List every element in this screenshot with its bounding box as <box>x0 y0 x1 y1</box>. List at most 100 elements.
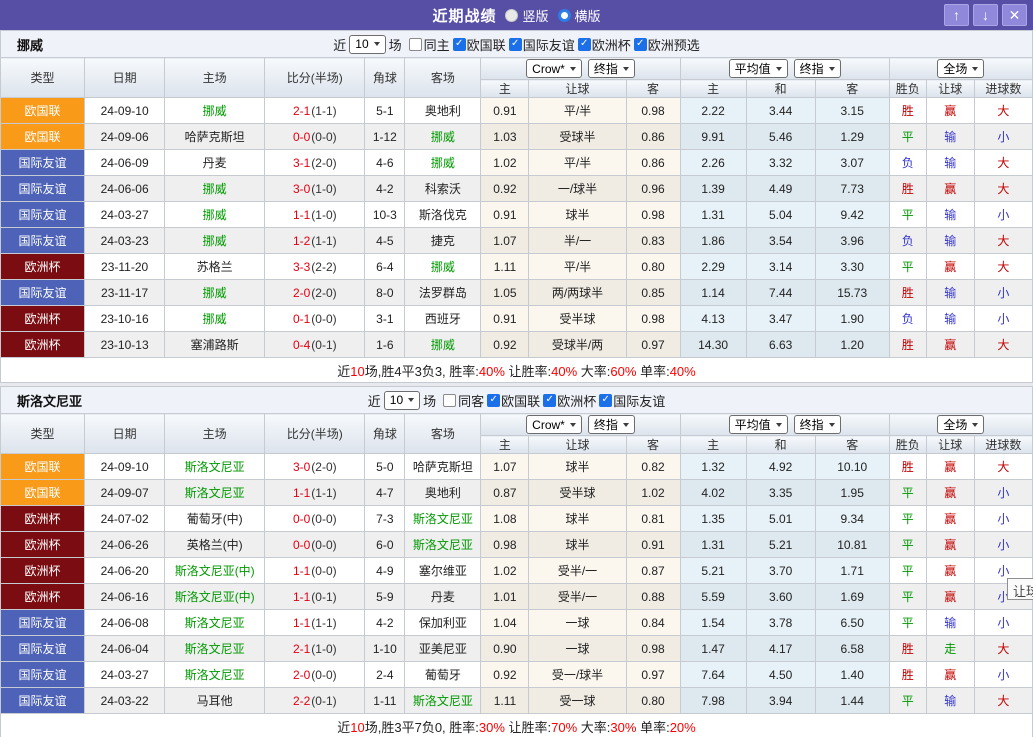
corner-cell: 4-5 <box>364 227 406 254</box>
bookmaker-select[interactable]: Crow* <box>526 415 582 434</box>
avg-draw-odds-cell: 3.54 <box>745 227 816 254</box>
handicap-odds-home-cell: 1.08 <box>480 505 530 532</box>
fulltime-score: 3-1 <box>292 155 311 170</box>
home-team-cell: 挪威 <box>164 201 266 228</box>
competition-checkbox[interactable]: ✓ 欧国联 <box>452 35 506 54</box>
handicap-odds-away-cell: 1.02 <box>625 479 681 506</box>
same-home-checkbox[interactable]: 同主 <box>408 35 450 54</box>
avg-home-odds-cell: 2.22 <box>679 97 747 124</box>
result-goals-cell: 小 <box>973 505 1033 532</box>
result-goals-cell: 小 <box>973 123 1033 150</box>
handicap-odds-away-cell: 0.98 <box>625 635 681 662</box>
close-button[interactable]: ✕ <box>1002 4 1027 26</box>
handicap-odds-home-cell: 1.11 <box>480 253 530 280</box>
odds-stage-select-2[interactable]: 终指 <box>793 59 841 78</box>
corner-cell: 1-12 <box>364 123 406 150</box>
avg-draw-odds-cell: 4.50 <box>745 661 816 688</box>
subcol-avg-draw: 和 <box>745 79 816 98</box>
handicap-line-cell: 一球 <box>528 609 627 636</box>
corner-cell: 6-0 <box>364 531 406 558</box>
away-team-cell: 挪威 <box>404 331 482 358</box>
match-type-cell: 欧国联 <box>0 453 86 480</box>
result-handicap-cell: 输 <box>925 149 975 176</box>
score-cell: 2-0(2-0) <box>264 279 366 306</box>
recent-count-select[interactable]: 10 <box>383 390 421 410</box>
home-team-cell: 挪威 <box>164 305 266 332</box>
fulltime-score: 3-0 <box>292 459 311 474</box>
handicap-odds-away-cell: 0.80 <box>625 687 681 714</box>
average-select[interactable]: 平均值 <box>728 415 788 434</box>
avg-home-odds-cell: 7.64 <box>679 661 747 688</box>
close-icon: ✕ <box>1008 6 1021 23</box>
vertical-layout-radio[interactable]: 竖版 <box>505 6 549 25</box>
avg-draw-odds-cell: 6.63 <box>745 331 816 358</box>
summary-text: 40% <box>478 363 505 379</box>
avg-draw-odds-cell: 3.35 <box>745 479 816 506</box>
home-team-cell: 丹麦 <box>164 149 266 176</box>
corner-cell: 4-6 <box>364 149 406 176</box>
bookmaker-select[interactable]: Crow* <box>526 59 582 78</box>
chevron-down-icon <box>622 66 629 71</box>
away-team-cell: 奥地利 <box>404 479 482 506</box>
handicap-line-cell: 一球 <box>528 635 627 662</box>
odds-stage-select-1[interactable]: 终指 <box>587 415 635 434</box>
competition-checkbox[interactable]: ✓ 国际友谊 <box>599 391 665 410</box>
competition-checkbox[interactable]: ✓ 欧洲预选 <box>633 35 700 54</box>
competition-checkbox[interactable]: ✓ 欧国联 <box>487 391 540 410</box>
result-group-header: 全场 <box>888 57 1033 80</box>
score-cell: 2-0(0-0) <box>264 661 366 688</box>
avg-draw-odds-cell: 3.47 <box>745 305 816 332</box>
record-summary: 近10场,胜3平7负0, 胜率:30% 让胜率:70% 大率:30% 单率:20… <box>0 713 1033 737</box>
subcol-wdl: 胜负 <box>888 435 927 454</box>
subcol-hcp-away: 客 <box>625 79 681 98</box>
handicap-odds-home-cell: 1.11 <box>480 687 530 714</box>
match-date-cell: 24-09-06 <box>84 123 166 150</box>
fulltime-score: 1-1 <box>292 207 311 222</box>
match-date-cell: 23-10-16 <box>84 305 166 332</box>
recent-label: 近 <box>333 37 347 53</box>
handicap-line-cell: 球半 <box>528 505 627 532</box>
odds-stage-select-1[interactable]: 终指 <box>587 59 635 78</box>
result-handicap-cell: 输 <box>925 609 975 636</box>
score-cell: 1-1(1-1) <box>264 609 366 636</box>
avg-away-odds-cell: 1.71 <box>814 557 890 584</box>
competition-checkbox[interactable]: ✓ 国际友谊 <box>508 35 575 54</box>
match-type-cell: 国际友谊 <box>0 687 86 714</box>
team-name: 斯洛文尼亚 <box>17 393 83 409</box>
result-outcome-cell: 平 <box>888 201 927 228</box>
result-goals-cell: 大 <box>973 453 1033 480</box>
result-goals-cell: 大 <box>973 97 1033 124</box>
home-team-cell: 挪威 <box>164 97 266 124</box>
result-handicap-cell: 赢 <box>925 505 975 532</box>
games-label: 场 <box>423 393 437 409</box>
checkbox-label: 欧洲杯 <box>591 37 631 53</box>
horizontal-layout-radio[interactable]: 横版 <box>557 6 601 25</box>
corner-cell: 5-0 <box>364 453 406 480</box>
average-group-header: 平均值 终指 <box>679 413 890 436</box>
halftime-score: (1-1) <box>311 103 337 118</box>
halftime-score: (0-1) <box>311 337 337 352</box>
handicap-line-cell: 受球半 <box>528 123 627 150</box>
result-outcome-cell: 胜 <box>888 97 927 124</box>
chevron-down-icon <box>775 66 782 71</box>
same-away-checkbox[interactable]: 同客 <box>443 391 484 410</box>
score-cell: 3-3(2-2) <box>264 253 366 280</box>
move-down-button[interactable]: ↓ <box>973 4 998 26</box>
competition-checkbox[interactable]: ✓ 欧洲杯 <box>543 391 596 410</box>
match-row: 欧国联 24-09-07 斯洛文尼亚 1-1(1-1) 4-7 奥地利 0.87 受半球 1.0… <box>0 479 1033 506</box>
average-select[interactable]: 平均值 <box>728 59 788 78</box>
summary-text: 近 <box>337 363 351 379</box>
fulltime-score: 2-2 <box>292 693 311 708</box>
avg-home-odds-cell: 1.86 <box>679 227 747 254</box>
full-match-select[interactable]: 全场 <box>937 59 985 78</box>
checkbox-icon: ✓ <box>599 393 613 407</box>
chevron-down-icon <box>775 422 782 427</box>
result-outcome-cell: 胜 <box>888 635 927 662</box>
recent-count-select[interactable]: 10 <box>349 34 386 54</box>
competition-checkbox[interactable]: ✓ 欧洲杯 <box>577 35 631 54</box>
move-up-button[interactable]: ↑ <box>944 4 969 26</box>
home-team-cell: 挪威 <box>164 227 266 254</box>
odds-stage-select-2[interactable]: 终指 <box>793 415 841 434</box>
full-match-select[interactable]: 全场 <box>937 415 985 434</box>
summary-text: 10 <box>350 363 365 379</box>
